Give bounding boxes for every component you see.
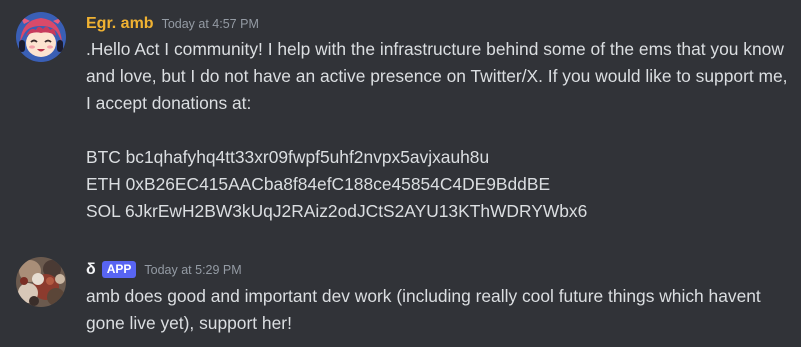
app-badge: APP bbox=[101, 261, 137, 278]
message-item: δ APP Today at 5:29 PM amb does good and… bbox=[0, 240, 801, 347]
user-avatar[interactable] bbox=[16, 257, 66, 307]
wallet-line-btc: BTC bc1qhafyhq4tt33xr09fwpf5uhf2nvpx5avj… bbox=[86, 147, 490, 167]
timestamp[interactable]: Today at 5:29 PM bbox=[144, 263, 241, 277]
message-content: .Hello Act I community! I help with the … bbox=[86, 36, 791, 225]
timestamp[interactable]: Today at 4:57 PM bbox=[162, 17, 259, 31]
username[interactable]: Egr. amb bbox=[86, 15, 154, 33]
abstract-artwork-avatar-icon bbox=[16, 257, 66, 307]
wallet-line-eth: ETH 0xB26EC415AACba8f84efC188ce45854C4DE… bbox=[86, 174, 551, 194]
message-content: amb does good and important dev work (in… bbox=[86, 283, 791, 337]
username[interactable]: δ bbox=[86, 261, 96, 279]
wallet-line-sol: SOL 6JkrEwH2BW3kUqJ2RAiz2odJCtS2AYU13KTh… bbox=[86, 201, 588, 221]
message-header: Egr. amb Today at 4:57 PM bbox=[86, 15, 259, 33]
anime-character-avatar-icon bbox=[16, 12, 66, 62]
message-paragraph: amb does good and important dev work (in… bbox=[86, 286, 761, 333]
message-header: δ APP Today at 5:29 PM bbox=[86, 261, 242, 279]
user-avatar[interactable] bbox=[16, 12, 66, 62]
message-item: Egr. amb Today at 4:57 PM .Hello Act I c… bbox=[0, 0, 801, 240]
line-break bbox=[86, 117, 791, 144]
message-paragraph: .Hello Act I community! I help with the … bbox=[86, 39, 788, 113]
